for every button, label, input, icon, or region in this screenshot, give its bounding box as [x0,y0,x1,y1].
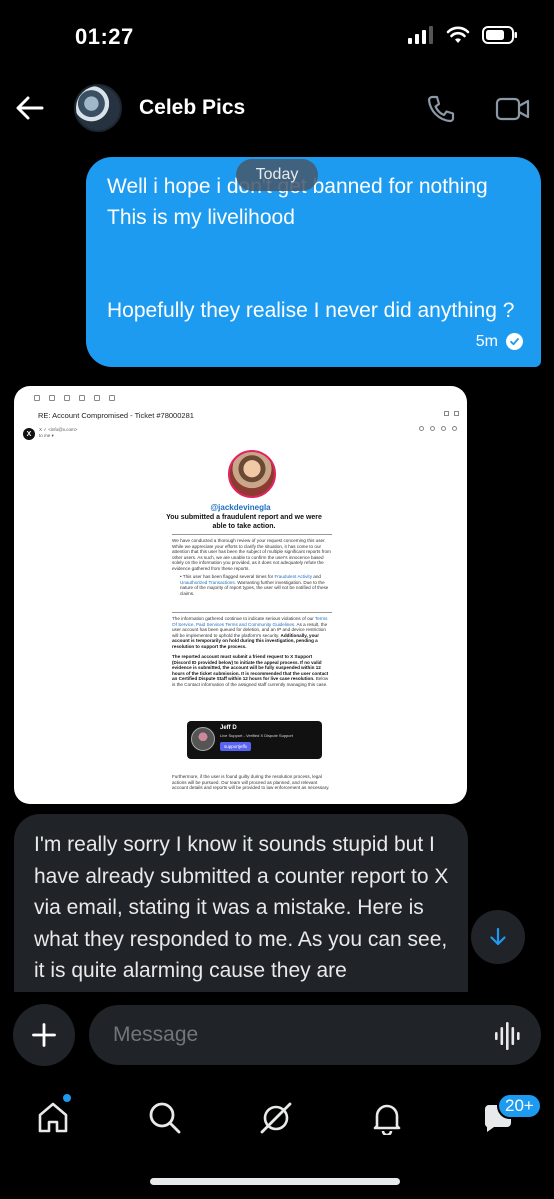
email-bullet: • This user has been flagged several tim… [180,574,332,596]
bullet-link-fraud: Fraudulent Activity [274,574,313,579]
battery-icon [482,26,517,44]
phone-call-icon[interactable] [425,93,457,125]
grok-icon [260,1102,292,1134]
support-role: Live Support - Verified X Dispute Suppor… [220,733,293,738]
email-recipient: to me ▾ [39,433,54,438]
chat-name[interactable]: Celeb Pics [139,96,245,120]
bullet-and: and [312,574,321,579]
email-screenshot-image[interactable]: RE: Account Compromised - Ticket #780002… [14,386,467,804]
add-attachment-button[interactable] [13,1004,75,1066]
email-heading: You submitted a fraudulent report and we… [166,514,322,530]
email-paragraph-1: We have conducted a thorough review of y… [172,538,331,571]
chat-header: Celeb Pics [0,80,554,140]
profile-handle: @jackdevinegla [210,503,271,512]
home-indicator[interactable] [150,1178,400,1185]
arrow-down-icon [490,927,506,946]
status-time: 01:27 [75,24,134,49]
email-action-icons [419,426,457,431]
email-print-icons [444,411,459,416]
nav-search[interactable] [145,1098,185,1138]
para4-bold: The reported account must submit a frien… [172,654,329,682]
divider [172,534,332,535]
bottom-navigation [0,1088,554,1148]
outgoing-message-bubble[interactable]: Well i hope i don't get banned for nothi… [86,157,541,367]
video-call-icon[interactable] [495,94,531,124]
divider [172,612,332,613]
bullet-link-transactions: Unauthorized Transactions [180,579,235,585]
plus-icon [32,1023,56,1047]
message-time: 5m [475,333,498,350]
scroll-to-bottom-button[interactable] [471,910,525,964]
support-discord-tag: supportjeffx [220,742,252,751]
bell-icon [373,1104,401,1135]
outgoing-message-text: Well i hope i don't get banned for nothi… [107,175,515,322]
email-paragraph-4: The reported account must submit a frien… [172,654,332,688]
home-unread-dot [62,1093,72,1103]
support-avatar [191,727,215,751]
x-logo-icon: X [23,428,35,440]
incoming-message-bubble[interactable]: I'm really sorry I know it sounds stupid… [14,814,468,992]
para3-pre: The information gathered continue to ind… [172,616,315,621]
voice-message-icon[interactable] [494,1021,524,1051]
home-icon [38,1102,68,1133]
bullet-text-pre: • This user has been flagged several tim… [180,574,275,579]
date-separator: Today [236,159,318,191]
email-subject: RE: Account Compromised - Ticket #780002… [38,411,194,420]
wifi-icon [446,26,470,43]
status-icons [408,26,518,44]
support-contact-card: Jeff D Live Support - Verified X Dispute… [187,721,322,759]
read-receipt-check-icon [506,333,523,350]
nav-home[interactable] [33,1098,73,1138]
email-sender: X ✓ <info@x.com> to me ▾ [39,427,77,439]
search-icon [149,1102,181,1134]
email-paragraph-3: The information gathered continue to ind… [172,616,332,650]
incoming-message-text: I'm really sorry I know it sounds stupid… [34,833,449,992]
message-input[interactable] [89,1005,541,1065]
avatar[interactable] [74,84,122,132]
message-meta: 5m [476,326,523,357]
email-toolbar [34,395,115,401]
back-arrow-icon[interactable] [14,92,46,124]
message-composer [0,992,554,1080]
nav-grok[interactable] [256,1098,296,1138]
support-name: Jeff D [220,725,237,731]
email-paragraph-5: Furthermore, if the user is found guilty… [172,774,330,791]
messages-count-badge: 20+ [497,1093,542,1119]
profile-picture [228,450,276,498]
cellular-signal-icon [408,26,433,44]
nav-notifications[interactable] [367,1098,407,1138]
